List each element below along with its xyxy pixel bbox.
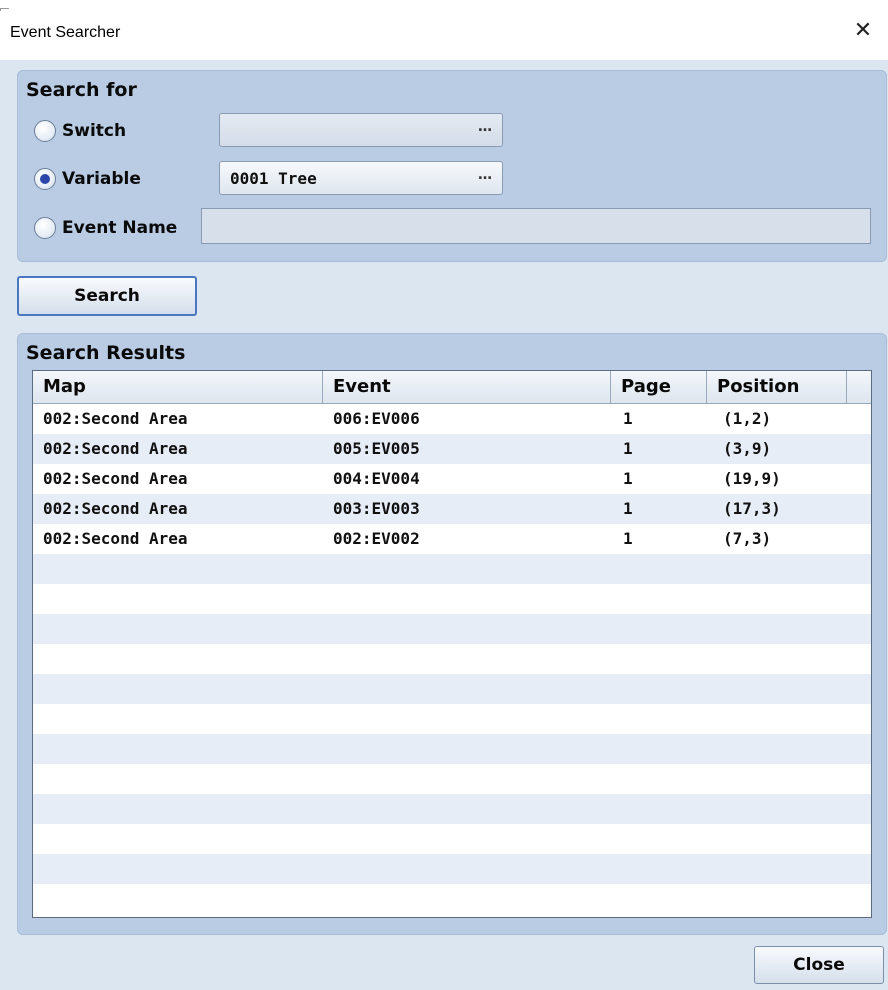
empty-row bbox=[33, 854, 871, 884]
empty-row bbox=[33, 614, 871, 644]
empty-row bbox=[33, 584, 871, 614]
empty-row bbox=[33, 794, 871, 824]
empty-row bbox=[33, 554, 871, 584]
window-corner-mark bbox=[0, 8, 9, 11]
page-cell: 1 bbox=[623, 499, 633, 518]
position-cell: (1,2) bbox=[723, 409, 772, 428]
map-cell: 002:Second Area bbox=[43, 529, 188, 548]
event-cell: 005:EV005 bbox=[333, 439, 420, 458]
empty-row bbox=[33, 644, 871, 674]
event-name-radio[interactable] bbox=[34, 217, 56, 239]
empty-row bbox=[33, 734, 871, 764]
variable-radio[interactable] bbox=[34, 168, 56, 190]
event-name-label: Event Name bbox=[62, 218, 178, 238]
variable-selector[interactable]: 0001 Tree … bbox=[219, 161, 503, 195]
table-row[interactable]: 002:Second Area 004:EV004 1 (19,9) bbox=[33, 464, 871, 494]
empty-row bbox=[33, 704, 871, 734]
map-cell: 002:Second Area bbox=[43, 469, 188, 488]
position-cell: (19,9) bbox=[723, 469, 781, 488]
column-header-position[interactable]: Position bbox=[707, 371, 847, 403]
table-row[interactable]: 002:Second Area 002:EV002 1 (7,3) bbox=[33, 524, 871, 554]
switch-option[interactable]: Switch bbox=[34, 115, 126, 147]
title-bar: Event Searcher ✕ bbox=[0, 0, 888, 60]
page-cell: 1 bbox=[623, 409, 633, 428]
search-results-title: Search Results bbox=[26, 342, 186, 364]
event-cell: 003:EV003 bbox=[333, 499, 420, 518]
results-header: Map Event Page Position bbox=[33, 371, 871, 404]
map-cell: 002:Second Area bbox=[43, 499, 188, 518]
column-header-event[interactable]: Event bbox=[323, 371, 611, 403]
event-name-input[interactable] bbox=[201, 208, 871, 244]
window-title: Event Searcher bbox=[10, 24, 121, 41]
empty-row bbox=[33, 764, 871, 794]
event-cell: 006:EV006 bbox=[333, 409, 420, 428]
table-row[interactable]: 002:Second Area 006:EV006 1 (1,2) bbox=[33, 404, 871, 434]
position-cell: (3,9) bbox=[723, 439, 772, 458]
search-for-title: Search for bbox=[26, 79, 137, 101]
variable-label: Variable bbox=[62, 169, 141, 189]
column-header-map[interactable]: Map bbox=[33, 371, 323, 403]
event-cell: 004:EV004 bbox=[333, 469, 420, 488]
table-row[interactable]: 002:Second Area 003:EV003 1 (17,3) bbox=[33, 494, 871, 524]
page-cell: 1 bbox=[623, 469, 633, 488]
variable-browse-icon[interactable]: … bbox=[478, 167, 492, 183]
switch-browse-icon[interactable]: … bbox=[478, 119, 492, 135]
page-cell: 1 bbox=[623, 529, 633, 548]
column-header-page[interactable]: Page bbox=[611, 371, 707, 403]
results-list[interactable]: Map Event Page Position 002:Second Area … bbox=[32, 370, 872, 918]
event-cell: 002:EV002 bbox=[333, 529, 420, 548]
map-cell: 002:Second Area bbox=[43, 439, 188, 458]
switch-radio[interactable] bbox=[34, 120, 56, 142]
switch-label: Switch bbox=[62, 121, 127, 141]
empty-row bbox=[33, 674, 871, 704]
window-close-icon[interactable]: ✕ bbox=[850, 18, 876, 44]
variable-option[interactable]: Variable bbox=[34, 163, 141, 195]
page-cell: 1 bbox=[623, 439, 633, 458]
empty-row bbox=[33, 824, 871, 854]
close-button[interactable]: Close bbox=[754, 946, 884, 984]
position-cell: (7,3) bbox=[723, 529, 772, 548]
map-cell: 002:Second Area bbox=[43, 409, 188, 428]
switch-selector[interactable]: … bbox=[219, 113, 503, 147]
variable-selector-value: 0001 Tree bbox=[230, 169, 317, 188]
position-cell: (17,3) bbox=[723, 499, 781, 518]
table-row[interactable]: 002:Second Area 005:EV005 1 (3,9) bbox=[33, 434, 871, 464]
search-button[interactable]: Search bbox=[17, 276, 197, 316]
event-name-option[interactable]: Event Name bbox=[34, 212, 177, 244]
empty-row bbox=[33, 884, 871, 914]
